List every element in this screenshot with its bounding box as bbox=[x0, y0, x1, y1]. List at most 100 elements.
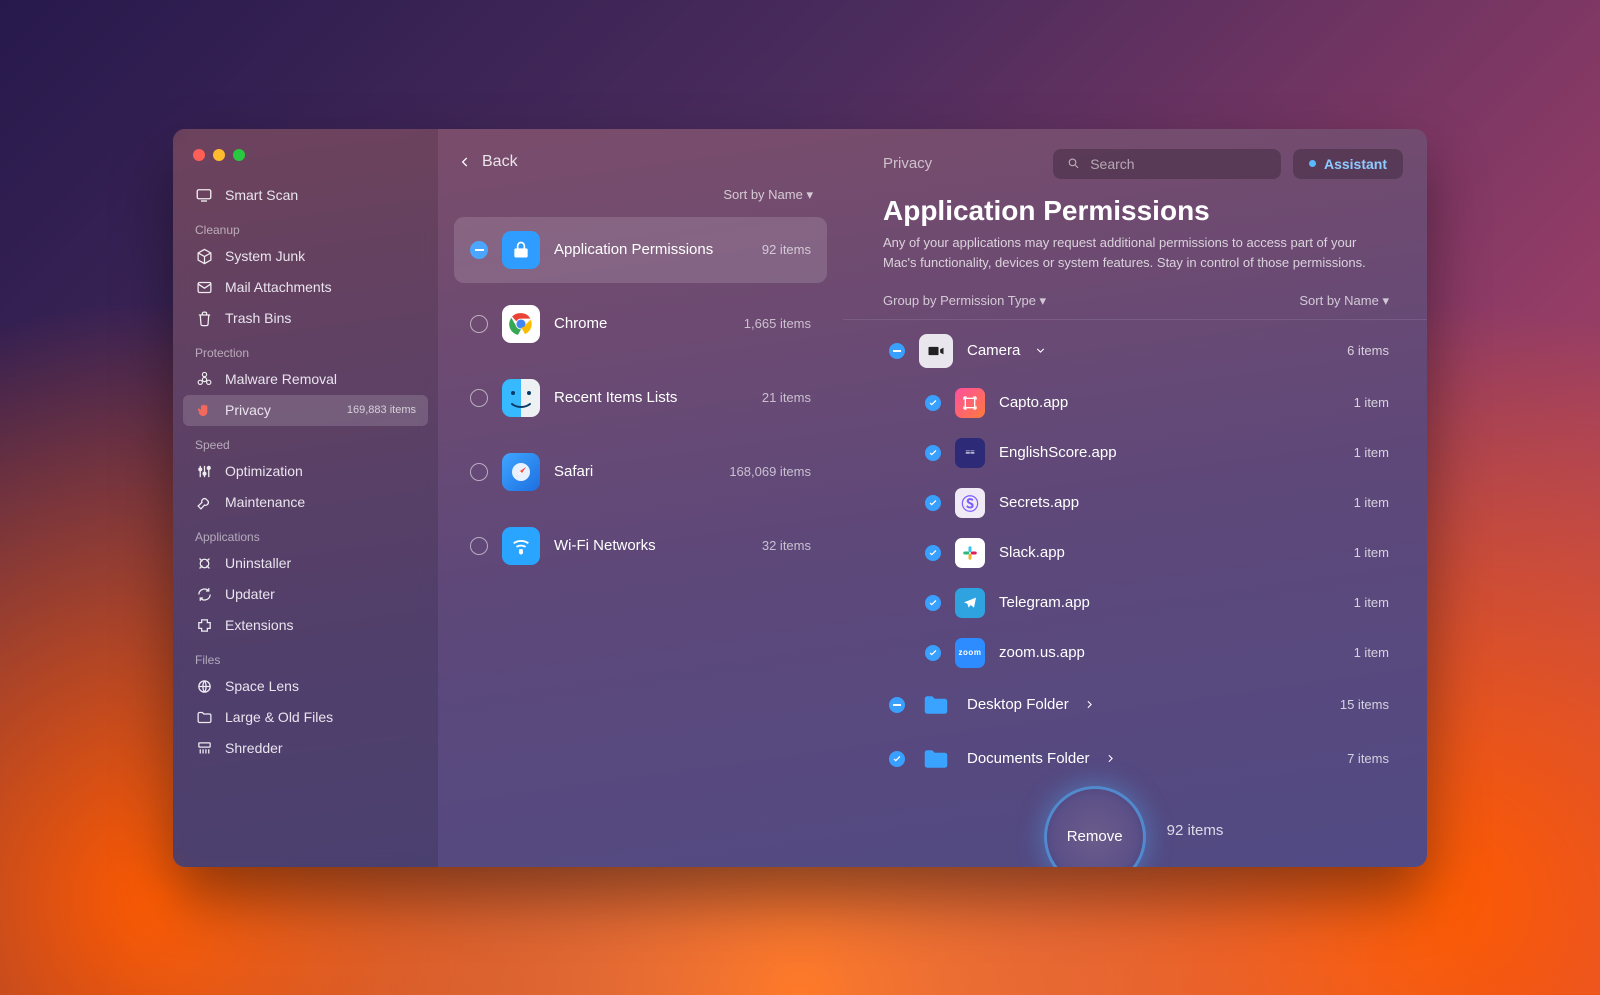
sidebar-uninstaller[interactable]: Uninstaller bbox=[183, 548, 428, 579]
page-title: Application Permissions bbox=[883, 195, 1387, 227]
chevron-down-icon[interactable] bbox=[1034, 344, 1056, 357]
wifi-icon bbox=[502, 527, 540, 565]
item-capto[interactable]: Capto.app 1 item bbox=[883, 378, 1401, 428]
sidebar-extensions[interactable]: Extensions bbox=[183, 610, 428, 641]
item-telegram[interactable]: Telegram.app 1 item bbox=[883, 578, 1401, 628]
refresh-icon bbox=[195, 586, 213, 603]
hand-icon bbox=[195, 402, 213, 419]
checkbox-checked-icon[interactable] bbox=[925, 645, 941, 661]
radio-icon[interactable] bbox=[470, 315, 488, 333]
source-count: 1,665 items bbox=[744, 316, 811, 331]
source-count: 92 items bbox=[762, 242, 811, 257]
back-button[interactable]: Back bbox=[448, 143, 833, 181]
sidebar-shredder[interactable]: Shredder bbox=[183, 733, 428, 764]
item-count: 1 item bbox=[1354, 495, 1389, 510]
group-documents-folder[interactable]: Documents Folder 7 items bbox=[883, 732, 1401, 786]
back-label: Back bbox=[482, 153, 518, 171]
group-desktop-folder[interactable]: Desktop Folder 15 items bbox=[883, 678, 1401, 732]
group-camera[interactable]: Camera 6 items bbox=[883, 324, 1401, 378]
checkbox-checked-icon[interactable] bbox=[925, 395, 941, 411]
sidebar-item-label: Optimization bbox=[225, 463, 303, 479]
box-icon bbox=[195, 248, 213, 265]
source-count: 32 items bbox=[762, 538, 811, 553]
sort-by-menu[interactable]: Sort by Name ▾ bbox=[1299, 293, 1389, 309]
item-count: 1 item bbox=[1354, 395, 1389, 410]
source-safari[interactable]: Safari 168,069 items bbox=[454, 439, 827, 505]
uninstall-icon bbox=[195, 555, 213, 572]
sidebar-section-files: Files bbox=[183, 641, 428, 671]
source-wifi[interactable]: Wi-Fi Networks 32 items bbox=[454, 513, 827, 579]
sidebar-large-old[interactable]: Large & Old Files bbox=[183, 702, 428, 733]
chevron-right-icon[interactable] bbox=[1104, 752, 1126, 765]
sidebar-privacy[interactable]: Privacy169,883 items bbox=[183, 395, 428, 426]
sidebar-item-label: Maintenance bbox=[225, 494, 305, 510]
sidebar-item-label: Space Lens bbox=[225, 678, 299, 694]
trash-icon bbox=[195, 310, 213, 327]
checkbox-checked-icon[interactable] bbox=[925, 495, 941, 511]
sidebar: Smart Scan Cleanup System Junk Mail Atta… bbox=[173, 129, 438, 867]
item-count: 1 item bbox=[1354, 645, 1389, 660]
assistant-label: Assistant bbox=[1324, 156, 1387, 172]
item-name: Secrets.app bbox=[999, 494, 1079, 511]
close-window-button[interactable] bbox=[193, 149, 205, 161]
sidebar-malware-removal[interactable]: Malware Removal bbox=[183, 364, 428, 395]
checkbox-checked-icon[interactable] bbox=[925, 595, 941, 611]
item-secrets[interactable]: Ⓢ Secrets.app 1 item bbox=[883, 478, 1401, 528]
search-input[interactable] bbox=[1090, 156, 1267, 172]
source-chrome[interactable]: Chrome 1,665 items bbox=[454, 291, 827, 357]
checkbox-partial-icon[interactable] bbox=[889, 343, 905, 359]
minimize-window-button[interactable] bbox=[213, 149, 225, 161]
finder-icon bbox=[502, 379, 540, 417]
sidebar-section-protection: Protection bbox=[183, 334, 428, 364]
group-name: Desktop Folder bbox=[967, 696, 1069, 713]
radio-icon[interactable] bbox=[470, 463, 488, 481]
sidebar-section-cleanup: Cleanup bbox=[183, 211, 428, 241]
checkbox-partial-icon[interactable] bbox=[889, 697, 905, 713]
radio-icon[interactable] bbox=[470, 537, 488, 555]
zoom-window-button[interactable] bbox=[233, 149, 245, 161]
item-count: 1 item bbox=[1354, 595, 1389, 610]
item-name: Telegram.app bbox=[999, 594, 1090, 611]
item-zoom[interactable]: zoomzoom.us.app1 item bbox=[883, 628, 1401, 678]
lock-shield-icon bbox=[502, 231, 540, 269]
breadcrumb[interactable]: Privacy bbox=[883, 155, 1041, 172]
sidebar-mail-attachments[interactable]: Mail Attachments bbox=[183, 272, 428, 303]
sidebar-updater[interactable]: Updater bbox=[183, 579, 428, 610]
app-icon bbox=[955, 388, 985, 418]
middle-sort-menu[interactable]: Sort by Name ▾ bbox=[448, 181, 833, 213]
sidebar-smart-scan[interactable]: Smart Scan bbox=[183, 179, 428, 211]
sidebar-section-applications: Applications bbox=[183, 518, 428, 548]
app-icon: Ⓢ bbox=[955, 488, 985, 518]
sidebar-item-label: Updater bbox=[225, 586, 275, 602]
checkbox-checked-icon[interactable] bbox=[889, 751, 905, 767]
sidebar-optimization[interactable]: Optimization bbox=[183, 456, 428, 487]
sidebar-item-label: Large & Old Files bbox=[225, 709, 333, 725]
remove-button[interactable]: Remove bbox=[1047, 789, 1143, 867]
sidebar-space-lens[interactable]: Space Lens bbox=[183, 671, 428, 702]
sidebar-system-junk[interactable]: System Junk bbox=[183, 241, 428, 272]
app-icon bbox=[955, 588, 985, 618]
group-name: Documents Folder bbox=[967, 750, 1090, 767]
item-englishscore[interactable]: ≡≡EnglishScore.app1 item bbox=[883, 428, 1401, 478]
sidebar-trash-bins[interactable]: Trash Bins bbox=[183, 303, 428, 334]
biohazard-icon bbox=[195, 371, 213, 388]
source-recent-items[interactable]: Recent Items Lists 21 items bbox=[454, 365, 827, 431]
item-slack[interactable]: Slack.app1 item bbox=[883, 528, 1401, 578]
chevron-right-icon[interactable] bbox=[1083, 698, 1105, 711]
group-by-menu[interactable]: Group by Permission Type ▾ bbox=[883, 293, 1046, 309]
item-name: Capto.app bbox=[999, 394, 1068, 411]
search-field[interactable] bbox=[1053, 149, 1281, 179]
sidebar-item-label: Smart Scan bbox=[225, 187, 298, 203]
source-app-permissions[interactable]: Application Permissions 92 items bbox=[454, 217, 827, 283]
folder-icon bbox=[195, 709, 213, 726]
radio-partial-icon[interactable] bbox=[470, 241, 488, 259]
assistant-button[interactable]: Assistant bbox=[1293, 149, 1403, 179]
folder-icon bbox=[919, 688, 953, 722]
source-label: Recent Items Lists bbox=[554, 389, 677, 406]
item-name: zoom.us.app bbox=[999, 644, 1085, 661]
checkbox-checked-icon[interactable] bbox=[925, 445, 941, 461]
radio-icon[interactable] bbox=[470, 389, 488, 407]
app-window: Smart Scan Cleanup System Junk Mail Atta… bbox=[173, 129, 1427, 867]
sidebar-maintenance[interactable]: Maintenance bbox=[183, 487, 428, 518]
checkbox-checked-icon[interactable] bbox=[925, 545, 941, 561]
